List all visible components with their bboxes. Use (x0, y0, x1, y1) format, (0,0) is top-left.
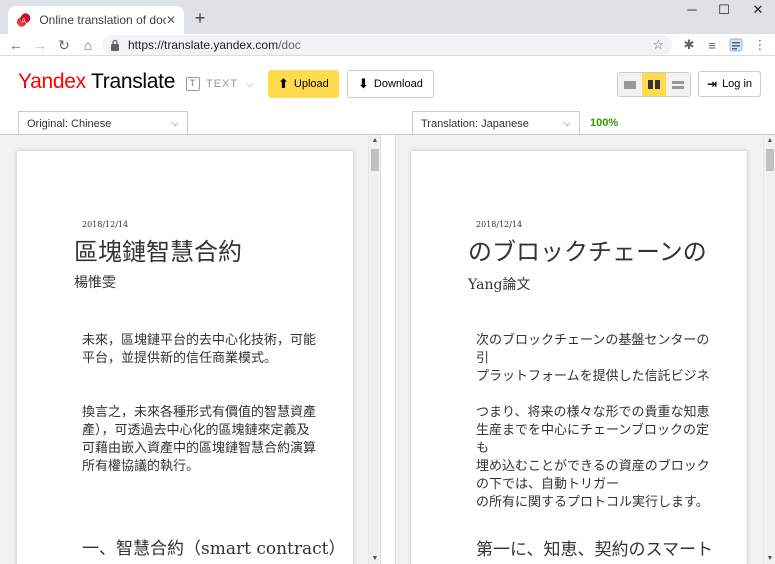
chevron-down-icon: ⌵ (563, 118, 571, 129)
doc-paragraph: 換言之，未來各種形式有價值的智慧資產 產），可透過去中心化的區塊鏈來定義及 可藉… (82, 404, 317, 473)
extensions-icon[interactable]: ✱ (680, 36, 698, 54)
text-mode-icon: T (186, 77, 200, 91)
download-button[interactable]: ⬇ Download (347, 70, 434, 98)
translation-document-panel: 2018/12/14 のブロックチェーンの Yang論文 次のブロックチェーンの… (395, 135, 775, 564)
bookmark-star-icon[interactable]: ☆ (652, 37, 664, 53)
back-icon[interactable]: ← (6, 34, 26, 56)
reload-icon[interactable]: ↻ (54, 34, 74, 56)
scroll-down-icon[interactable]: ▼ (764, 555, 775, 562)
window-close-icon[interactable]: ✕ (743, 2, 773, 18)
single-layout-icon (624, 80, 636, 89)
scrollbar-thumb[interactable] (371, 149, 379, 171)
app-header: Yandex Translate T TEXT ⌵ ⬆ Upload ⬇ Dow… (0, 56, 775, 112)
browser-toolbar: ← → ↻ ⌂ https://translate.yandex.com/doc… (0, 34, 775, 56)
maximize-icon[interactable]: ☐ (709, 2, 739, 18)
doc-heading: 一、智慧合約（smart contract） (82, 539, 346, 559)
layout-single-button[interactable] (618, 73, 642, 96)
url-text: https://translate.yandex.com/doc (128, 38, 301, 52)
profile-avatar[interactable] (727, 36, 745, 54)
doc-date: 2018/12/14 (82, 220, 129, 229)
new-tab-button[interactable]: + (190, 8, 210, 29)
browser-tabstrip: A Online translation of documents ✕ + ─ … (0, 0, 775, 34)
scroll-up-icon[interactable]: ▲ (369, 137, 380, 144)
login-icon: ⇥ (707, 77, 718, 91)
browser-tab[interactable]: A Online translation of documents ✕ (8, 6, 184, 34)
scrollbar-thumb[interactable] (766, 149, 774, 171)
text-mode-switch[interactable]: T TEXT ⌵ (186, 77, 255, 91)
svg-text:A: A (21, 17, 26, 25)
text-mode-label: TEXT (206, 78, 239, 90)
download-icon: ⬇ (358, 76, 369, 91)
doc-author: Yang論文 (468, 277, 531, 293)
translation-scrollbar[interactable]: ▲ ▼ (763, 135, 775, 564)
address-bar[interactable]: https://translate.yandex.com/doc ☆ (102, 35, 672, 55)
upload-button[interactable]: ⬆ Upload (268, 70, 339, 98)
chevron-down-icon: ⌵ (246, 78, 255, 90)
doc-paragraph: 次のブロックチェーンの基盤センターの 引 プラットフォームを提供した信託ビジネ (476, 332, 710, 383)
doc-title: 區塊鏈智慧合約 (74, 239, 242, 266)
doc-author: 楊惟雯 (74, 275, 116, 291)
translation-document-page: 2018/12/14 のブロックチェーンの Yang論文 次のブロックチェーンの… (411, 151, 747, 564)
yandex-translate-logo[interactable]: Yandex Translate (18, 70, 175, 94)
target-language-select[interactable]: Translation: Japanese ⌵ (412, 111, 580, 135)
scroll-up-icon[interactable]: ▲ (764, 137, 775, 144)
doc-title: のブロックチェーンの (468, 239, 707, 266)
stacked-layout-icon (672, 80, 684, 89)
yandex-translate-favicon: A (16, 13, 31, 27)
minimize-icon[interactable]: ─ (677, 2, 707, 17)
side-by-side-layout-icon (648, 80, 660, 89)
source-document-page: 2018/12/14 區塊鏈智慧合約 楊惟雯 未來，區塊鏈平台的去中心化技術，可… (17, 151, 353, 564)
source-language-select[interactable]: Original: Chinese ⌵ (18, 111, 188, 135)
doc-heading: 第一に、知恵、契約のスマート (476, 540, 713, 559)
close-tab-icon[interactable]: ✕ (166, 13, 176, 27)
source-document-panel: 2018/12/14 區塊鏈智慧合約 楊惟雯 未來，區塊鏈平台的去中心化技術，可… (0, 135, 381, 564)
chevron-down-icon: ⌵ (171, 118, 179, 129)
upload-icon: ⬆ (278, 76, 289, 91)
doc-paragraph: 未來，區塊鏈平台的去中心化技術，可能 平台，並提供新的信任商業模式。 (82, 332, 317, 365)
source-scrollbar[interactable]: ▲ ▼ (368, 135, 380, 564)
media-queue-icon[interactable]: ≡ (703, 36, 721, 54)
forward-icon[interactable]: → (30, 34, 50, 56)
doc-paragraph: つまり、将来の様々な形での貴重な知恵 生産までを中心にチェーンブロックの定 も … (476, 404, 710, 509)
tab-title: Online translation of documents (39, 13, 166, 27)
login-button[interactable]: ⇥ Log in (698, 71, 762, 97)
layout-side-by-side-button[interactable] (642, 73, 666, 96)
scroll-down-icon[interactable]: ▼ (369, 555, 380, 562)
layout-stacked-button[interactable] (666, 73, 690, 96)
doc-date: 2018/12/14 (476, 220, 523, 229)
lock-icon (111, 39, 119, 51)
home-icon[interactable]: ⌂ (78, 34, 98, 56)
layout-switcher (617, 72, 691, 97)
browser-menu-icon[interactable]: ⋮ (751, 36, 769, 54)
translation-progress: 100% (590, 117, 619, 129)
